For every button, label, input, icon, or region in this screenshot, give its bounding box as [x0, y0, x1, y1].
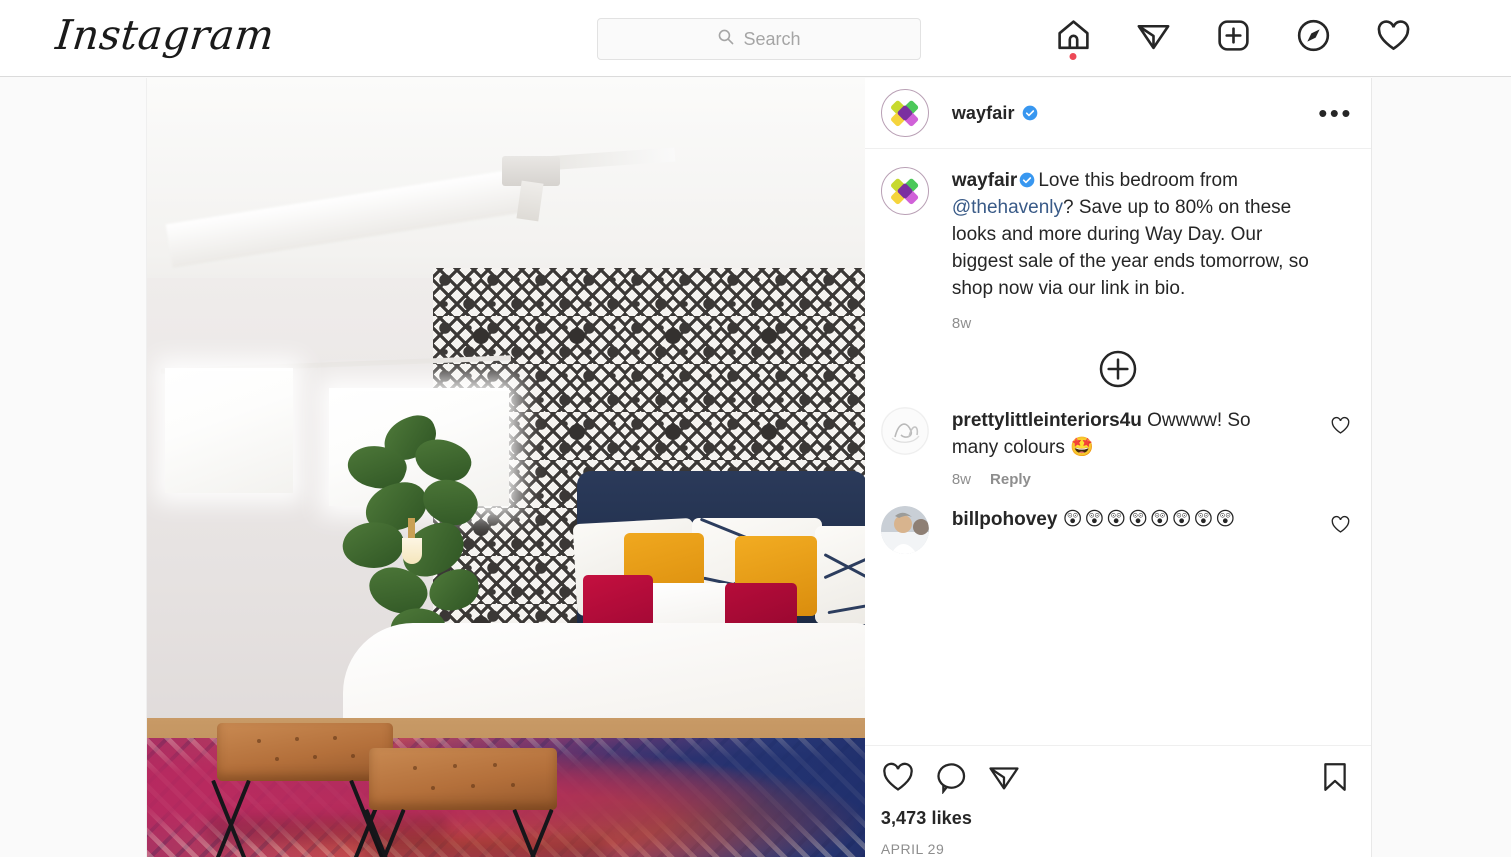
- comment-emoji: 🤩: [1070, 436, 1094, 458]
- share-button[interactable]: [987, 760, 1021, 794]
- post-sidebar: wayfair ••• wayfair Love this bedroom fr…: [864, 78, 1371, 857]
- comment-like-heart-icon[interactable]: [1330, 506, 1351, 540]
- nav-icon-group: [1053, 13, 1413, 60]
- verified-badge-icon: [1019, 172, 1035, 188]
- comment-meta: 8w Reply: [952, 471, 1252, 488]
- comment-text: billpohovey 😲😲😲😲😲😲😲😲: [952, 506, 1252, 533]
- pli-monogram-avatar-icon: [881, 407, 929, 455]
- post-date: APRIL 29: [880, 841, 945, 857]
- comment-username[interactable]: billpohovey: [952, 509, 1058, 530]
- load-more-comments-plus-icon[interactable]: [1098, 349, 1138, 389]
- geometric-pillow-right: [815, 526, 865, 624]
- search-placeholder: Search: [743, 28, 801, 49]
- caption-mention-link[interactable]: @thehavenly: [952, 197, 1063, 218]
- caption-timestamp: 8w: [951, 315, 972, 332]
- author-avatar[interactable]: [880, 89, 929, 137]
- caption-text: wayfair Love this bedroom from @thehavenl…: [952, 167, 1322, 302]
- post-comments-scroll-area[interactable]: wayfair Love this bedroom from @thehavenl…: [865, 149, 1371, 745]
- comment-body: billpohovey 😲😲😲😲😲😲😲😲: [952, 506, 1252, 533]
- wayfair-logo-icon: [890, 178, 918, 205]
- post-media-bedroom-photo[interactable]: [147, 78, 865, 857]
- comment-like-heart-icon[interactable]: [1330, 407, 1351, 441]
- comment-item: prettylittleinteriors4u Owwww! So many c…: [865, 389, 1371, 488]
- search-input[interactable]: Search: [597, 18, 921, 60]
- likes-count[interactable]: 3,473 likes: [881, 808, 1352, 829]
- new-post-icon[interactable]: [1213, 13, 1253, 57]
- explore-icon[interactable]: [1293, 13, 1333, 57]
- bill-photo-avatar-icon: [880, 506, 929, 554]
- post-container: wayfair ••• wayfair Love this bedroom fr…: [146, 78, 1372, 857]
- post-header: wayfair •••: [864, 78, 1371, 149]
- comment-item: billpohovey 😲😲😲😲😲😲😲😲: [865, 488, 1371, 554]
- load-more-comments-row: [865, 349, 1371, 389]
- like-button[interactable]: [881, 760, 915, 794]
- instagram-app: Instagram Search wayfair ••• wayfair Lov…: [0, 0, 1511, 857]
- caption-author-avatar[interactable]: [880, 167, 929, 215]
- post-action-bar: 3,473 likes APRIL 29: [864, 745, 1371, 857]
- comment-emoji: 😲😲😲😲😲😲😲😲: [1062, 508, 1238, 530]
- caption-text-before-mention: Love this bedroom from: [1038, 170, 1238, 191]
- comment-avatar[interactable]: [880, 506, 929, 554]
- comment-timestamp: 8w: [951, 471, 972, 488]
- activity-heart-icon[interactable]: [1373, 13, 1413, 57]
- home-notification-dot: [1069, 53, 1077, 60]
- author-name-row: wayfair: [952, 103, 1038, 124]
- search-icon: [717, 28, 734, 50]
- post-options-button[interactable]: •••: [1318, 100, 1353, 126]
- leather-bench-right: [364, 748, 559, 857]
- verified-badge-icon: [1022, 105, 1037, 121]
- action-icon-row: [881, 760, 1352, 794]
- wayfair-logo-icon: [890, 100, 918, 127]
- comment-button[interactable]: [934, 760, 968, 794]
- save-bookmark-button[interactable]: [1318, 760, 1352, 794]
- caption-username[interactable]: wayfair: [952, 170, 1017, 191]
- instagram-wordmark-logo[interactable]: Instagram: [53, 11, 276, 59]
- comment-reply-button[interactable]: Reply: [990, 471, 1031, 488]
- post-caption: wayfair Love this bedroom from @thehavenl…: [865, 149, 1371, 302]
- window-left: [165, 368, 293, 493]
- comment-username[interactable]: prettylittleinteriors4u: [952, 410, 1142, 431]
- send-icon[interactable]: [1133, 13, 1173, 57]
- home-icon[interactable]: [1053, 13, 1093, 60]
- comment-text: prettylittleinteriors4u Owwww! So many c…: [952, 407, 1252, 461]
- top-navigation-bar: Instagram Search: [0, 0, 1511, 77]
- author-username[interactable]: wayfair: [952, 103, 1015, 124]
- comment-avatar[interactable]: [880, 407, 929, 455]
- comment-body: prettylittleinteriors4u Owwww! So many c…: [952, 407, 1252, 488]
- wall-sconce-left: [402, 538, 422, 564]
